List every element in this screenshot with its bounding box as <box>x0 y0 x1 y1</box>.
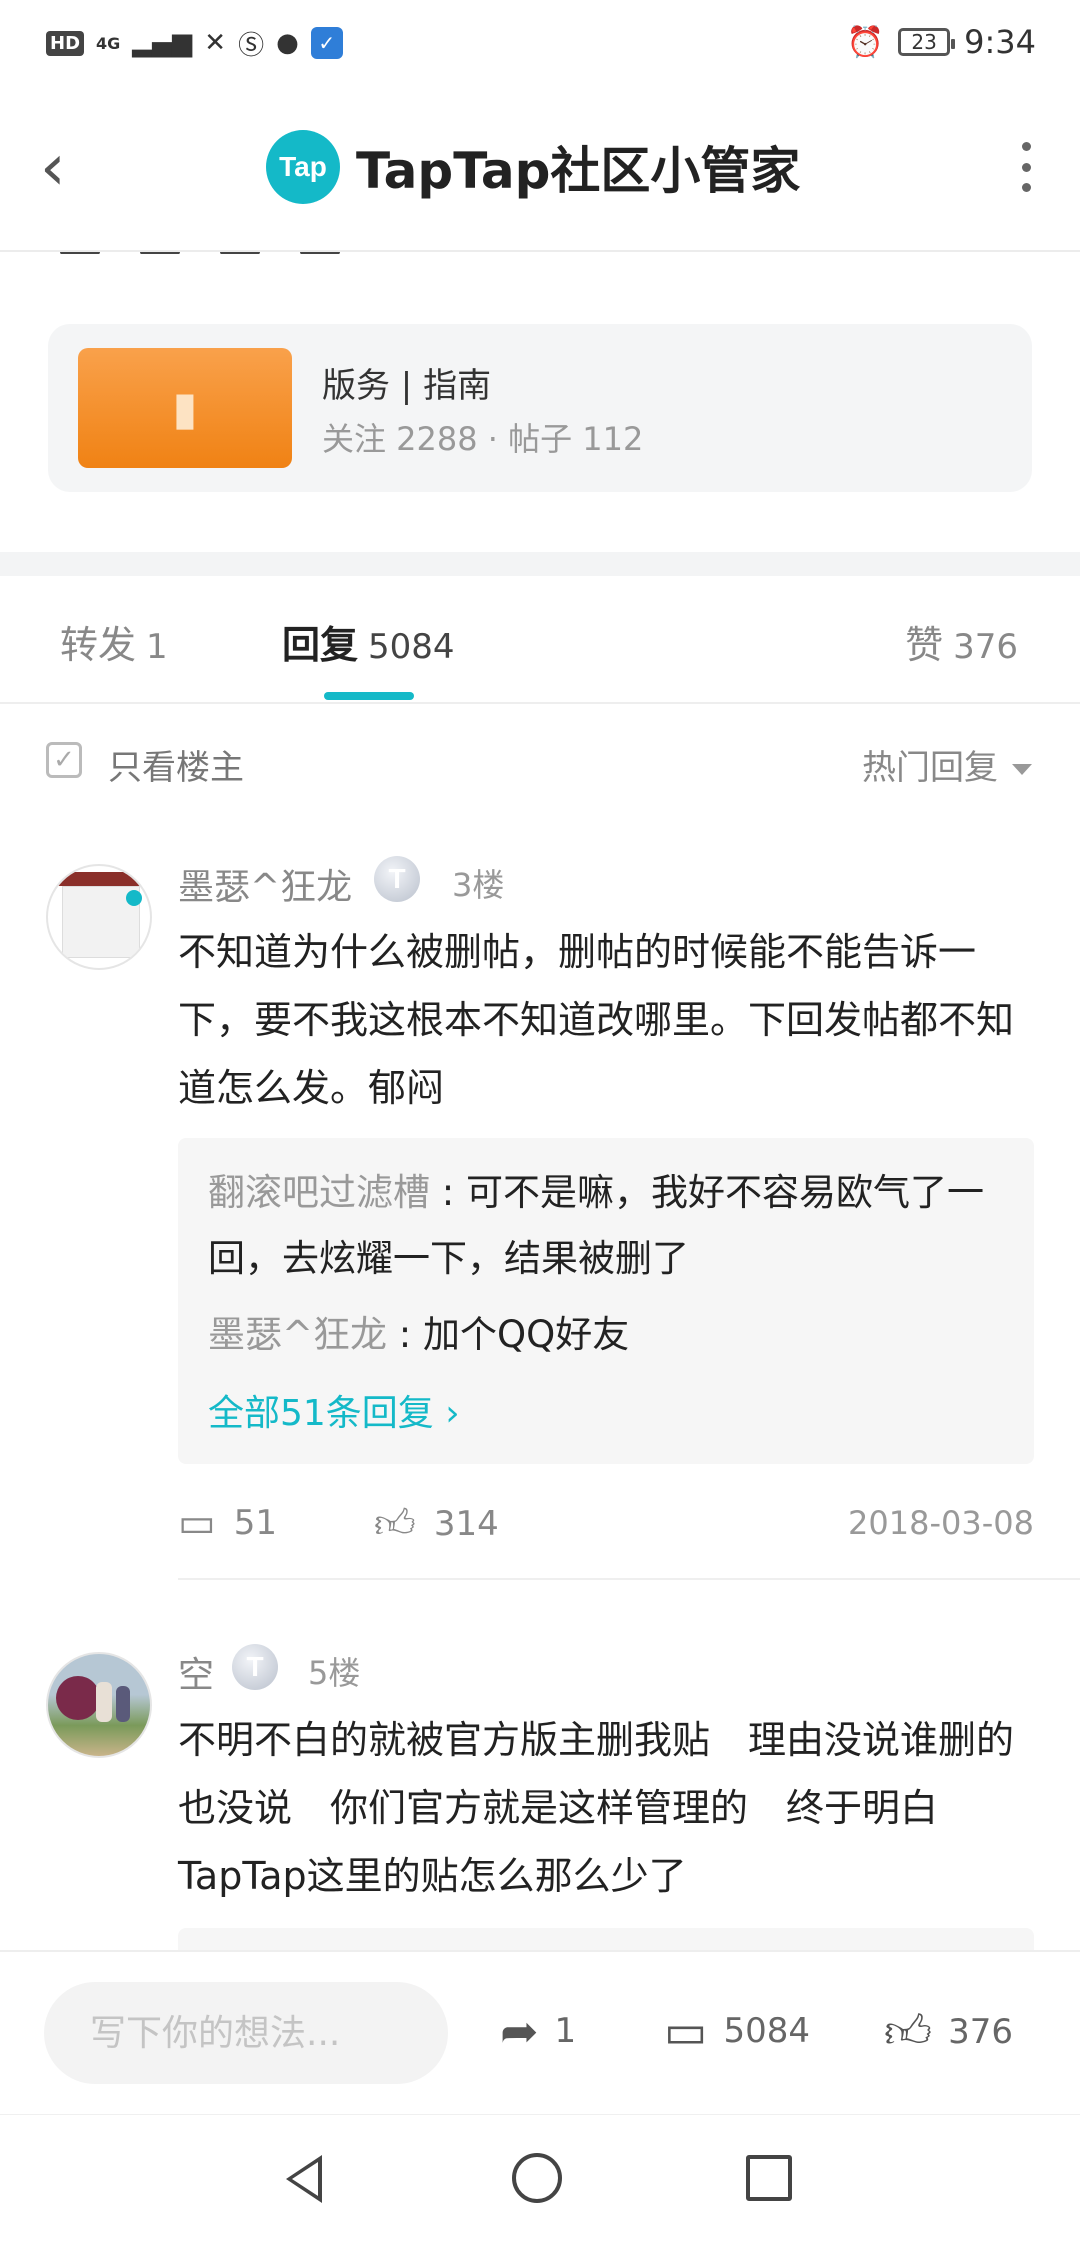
post-like-count: 376 <box>948 2012 1013 2052</box>
tab-replies-label: 回复 <box>282 623 359 667</box>
nav-recents-icon[interactable] <box>746 2155 792 2201</box>
reply-button[interactable]: ▭ 51 <box>178 1500 277 1546</box>
floor-number: 3楼 <box>452 866 505 904</box>
chevron-right-icon: › <box>445 1393 460 1434</box>
network-type-icon: 4G <box>96 33 121 53</box>
tab-likes-count: 376 <box>953 627 1018 667</box>
status-left: HD 4G ▂▄▆ ✕ Ⓢ ● ✓ <box>46 22 343 64</box>
missed-call-icon: ✕ <box>204 28 227 58</box>
reply-preview-box[interactable] <box>178 1928 1034 1950</box>
comment-icon: ▭ <box>178 1500 216 1546</box>
comments-button[interactable]: ▭ 5084 <box>664 2004 810 2058</box>
share-icon: ➦ <box>500 2004 539 2058</box>
comment-item: 空 T 5楼 不明不白的就被官方版主删我贴 理由没说谁删的也没说 你们官方就是这… <box>0 1600 1080 1950</box>
alarm-icon: ⏰ <box>846 24 885 60</box>
section-divider <box>0 552 1080 576</box>
avatar[interactable] <box>46 1652 152 1758</box>
app-s-icon: Ⓢ <box>238 30 265 61</box>
more-vertical-icon[interactable] <box>1016 142 1036 192</box>
sort-label: 热门回复 <box>862 748 998 788</box>
avatar[interactable] <box>46 864 152 970</box>
taptap-logo-icon: Tap <box>266 130 340 204</box>
like-button[interactable]: 👍︎ 314 <box>374 1500 499 1548</box>
hd-indicator: HD <box>46 30 85 56</box>
only-op-checkbox[interactable]: ✓ <box>46 742 82 778</box>
comment-date: 2018-03-08 <box>848 1504 1034 1542</box>
status-bar: HD 4G ▂▄▆ ✕ Ⓢ ● ✓ ⏰ 23 9:34 <box>0 0 1080 86</box>
reply-text: 加个QQ好友 <box>423 1313 630 1356</box>
share-button[interactable]: ➦ 1 <box>500 2004 576 2058</box>
tab-forward-label: 转发 <box>60 623 137 667</box>
thumbs-up-icon: 👍︎ <box>884 2004 933 2058</box>
battery-icon: 23 <box>898 28 956 56</box>
clock-time: 9:34 <box>964 23 1036 61</box>
page-title: TapTap社区小管家 <box>356 142 801 200</box>
caret-down-icon <box>1012 764 1032 775</box>
tab-likes-label: 赞 <box>905 623 944 667</box>
comment-count: 5084 <box>723 2011 810 2051</box>
like-post-button[interactable]: 👍︎ 376 <box>884 2004 1013 2060</box>
back-arrow-icon[interactable]: ‹ <box>40 136 90 200</box>
only-op-label[interactable]: 只看楼主 <box>108 740 244 789</box>
nav-back-icon[interactable] <box>286 2155 322 2203</box>
all-replies-link[interactable]: 全部51条回复 › <box>208 1384 460 1436</box>
tab-replies[interactable]: 回复 5084 <box>282 614 455 669</box>
comment-username[interactable]: 空 <box>178 1646 214 1698</box>
status-right: ⏰ 23 9:34 <box>847 20 1036 64</box>
comment-input[interactable] <box>44 1982 448 2084</box>
reply-preview-line: 墨瑟^狂龙 : 加个QQ好友 <box>208 1313 630 1356</box>
user-badge-icon: T <box>374 856 420 902</box>
active-tab-indicator <box>324 692 414 700</box>
signal-icon: ▂▄▆ <box>132 28 193 58</box>
reply-username: 墨瑟^狂龙 <box>208 1313 388 1356</box>
comment-text: 不明不白的就被官方版主删我贴 理由没说谁删的也没说 你们官方就是这样管理的 终于… <box>178 1718 1015 1898</box>
tab-likes[interactable]: 赞 376 <box>905 614 1018 669</box>
comment-username[interactable]: 墨瑟^狂龙 <box>178 858 352 910</box>
reply-preview-line: 翻滚吧过滤槽 : 可不是嘛，我好不容易欧气了一回，去炫耀一下，结果被删了 <box>208 1171 984 1280</box>
comment-icon: ▭ <box>664 2004 708 2058</box>
tab-replies-count: 5084 <box>368 627 455 667</box>
tab-forward-count: 1 <box>146 627 168 667</box>
app-header: ‹ Tap TapTap社区小管家 <box>0 86 1080 252</box>
group-name: 版务 | 指南 <box>322 366 492 406</box>
like-count: 314 <box>433 1504 499 1544</box>
group-thumbnail: ▮ <box>78 348 292 468</box>
filter-row: ✓ 只看楼主 热门回复 <box>0 704 1080 820</box>
user-badge-icon: T <box>232 1644 278 1690</box>
bottom-action-bar: ➦1 ▭5084 👍︎376 <box>0 1950 1080 2114</box>
comment-actions: ▭ 51 👍︎ 314 2018-03-08 <box>178 1500 1034 1560</box>
header-title-group: Tap TapTap社区小管家 <box>266 130 800 204</box>
shield-icon: ✓ <box>310 27 343 59</box>
system-nav-bar <box>0 2114 1080 2245</box>
sort-dropdown[interactable]: 热门回复 <box>862 740 1032 789</box>
message-icon: ● <box>276 28 299 58</box>
share-count: 1 <box>554 2011 577 2051</box>
all-replies-label: 全部51条回复 <box>208 1393 434 1434</box>
tab-forward[interactable]: 转发 1 <box>60 614 168 669</box>
reply-username: 翻滚吧过滤槽 <box>208 1171 430 1214</box>
group-card[interactable]: ▮ 版务 | 指南 关注 2288 · 帖子 112 <box>48 324 1032 492</box>
nav-home-icon[interactable] <box>512 2153 562 2203</box>
comment-text: 不知道为什么被删帖，删帖的时候能不能告诉一下，要不我这根本不知道改哪里。下回发帖… <box>178 930 1015 1110</box>
thumbs-up-icon: 👍︎ <box>374 1501 416 1547</box>
floor-number: 5楼 <box>308 1654 361 1692</box>
group-stats: 关注 2288 · 帖子 112 <box>322 420 644 458</box>
reply-count: 51 <box>233 1503 278 1543</box>
reply-preview-box[interactable]: 翻滚吧过滤槽 : 可不是嘛，我好不容易欧气了一回，去炫耀一下，结果被删了 墨瑟^… <box>178 1138 1034 1464</box>
book-icon: ▮ <box>172 381 198 435</box>
comment-divider <box>178 1578 1080 1580</box>
tab-bar: 转发 1 回复 5084 赞 376 <box>0 576 1080 704</box>
comment-item: 墨瑟^狂龙 T 3楼 不知道为什么被删帖，删帖的时候能不能告诉一下，要不我这根本… <box>0 840 1080 1580</box>
